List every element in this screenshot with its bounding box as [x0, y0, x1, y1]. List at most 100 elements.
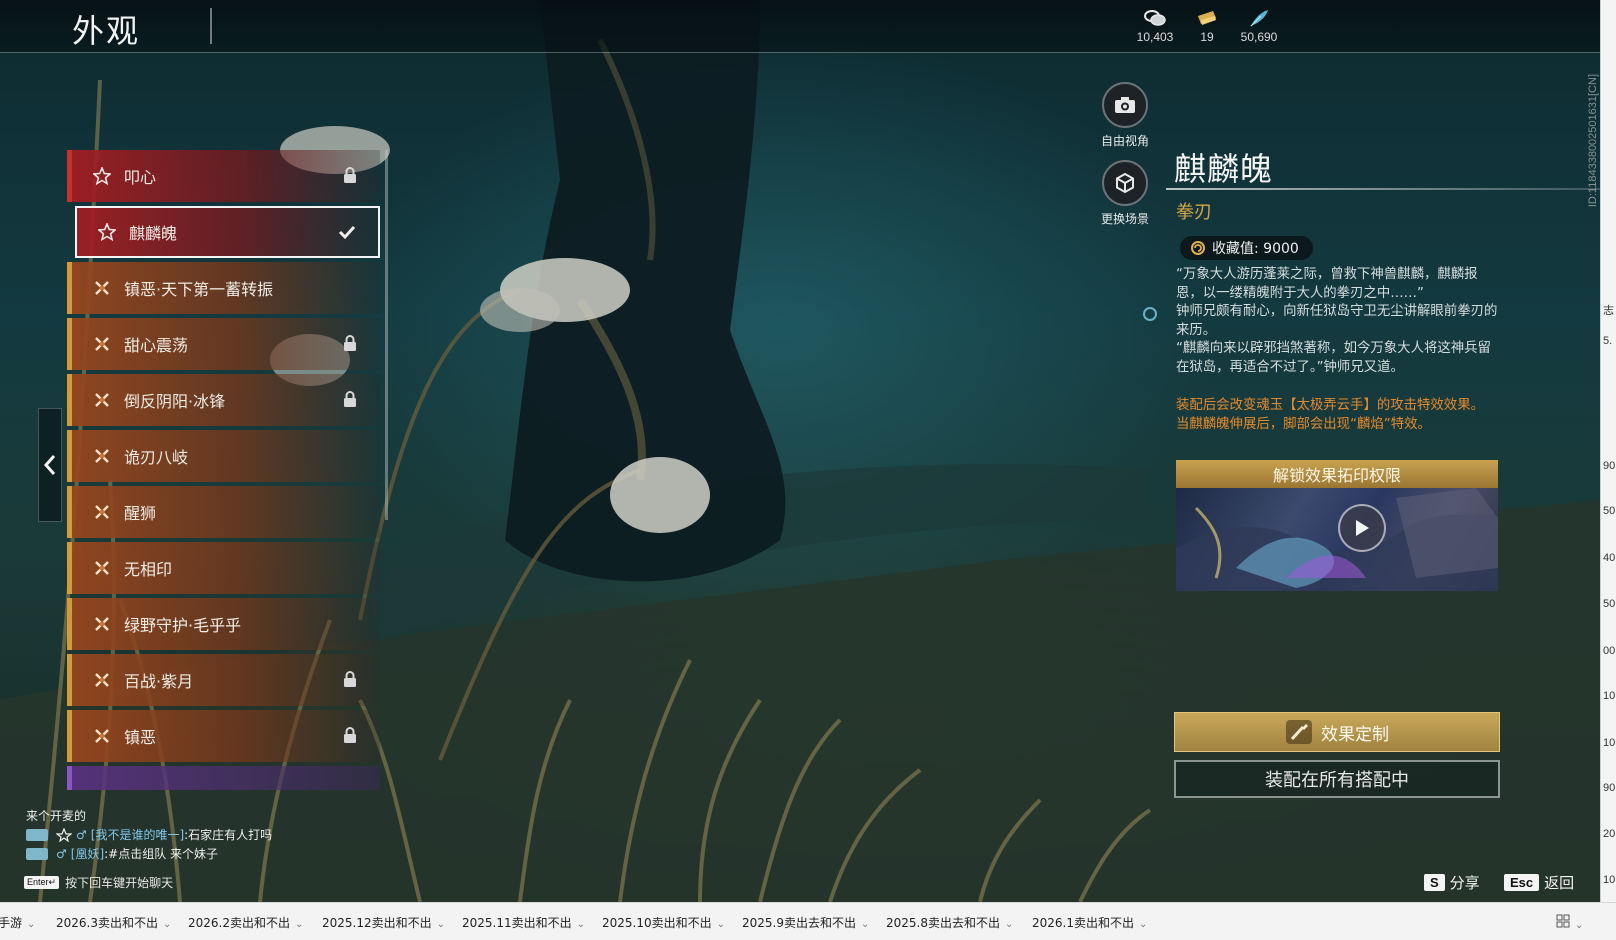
browser-tab-bar: 手游 ⌄ 2026.3卖出和不出 ⌄ 2026.2卖出和不出 ⌄ 2025.12卖出和…: [0, 902, 1616, 940]
list-item-label: 绿野守护·毛乎乎: [124, 616, 242, 635]
gender-icon: ♂: [76, 827, 87, 842]
effect-preview-video[interactable]: [1176, 488, 1498, 591]
tab-item[interactable]: 2026.1卖出和不出 ⌄: [1032, 914, 1147, 931]
item-description: “万象大人游历蓬莱之际，曾救下神兽麒麟，麒麟报恩，以一缕精魄附于大人的拳刃之中……: [1176, 266, 1502, 377]
enter-key-icon: Enter↵: [24, 876, 60, 889]
tab-item[interactable]: 2025.9卖出去和不出 ⌄: [742, 914, 869, 931]
chat-player-name[interactable]: [凰妖]: [71, 845, 104, 862]
list-item[interactable]: 镇恶·天下第一蓄转振: [67, 262, 380, 314]
list-item[interactable]: 甜心震荡: [67, 318, 380, 370]
back-label: 返回: [1544, 874, 1575, 892]
gender-icon: ♂: [56, 846, 67, 861]
grid-view-button[interactable]: ⌄: [1556, 914, 1583, 931]
chat-message: :#点击组队 来个妹子: [104, 847, 219, 861]
tab-label: 2025.10卖出和不出: [602, 916, 712, 930]
chat-input-hint[interactable]: Enter↵ 按下回车键开始聊天: [24, 874, 173, 891]
tab-item[interactable]: 手游 ⌄: [0, 914, 35, 931]
tab-label: 2026.2卖出和不出: [188, 916, 290, 930]
play-button[interactable]: [1338, 504, 1386, 552]
back-hotkey[interactable]: Esc 返回: [1504, 872, 1574, 893]
player-id: ID:1184338002501631[CN]: [1587, 74, 1599, 208]
cross-icon: [95, 281, 109, 295]
cross-icon: [95, 729, 109, 743]
preview-thumbnail: [1176, 488, 1498, 591]
chat-message: 来个开麦的: [26, 809, 87, 823]
list-item-label: 诡刃八岐: [124, 448, 189, 467]
list-item-label: 叩心: [124, 168, 157, 187]
feather-icon: [1250, 10, 1268, 27]
chat-player-name[interactable]: [我不是谁的唯一]: [91, 826, 184, 843]
list-item[interactable]: 倒反阴阳·冰锋: [67, 374, 380, 426]
chat-line: ♂ [我不是谁的唯一] :石家庄有人打吗: [26, 825, 446, 844]
list-item-label: 甜心震荡: [124, 336, 189, 355]
list-item-label: 百战·紫月: [124, 672, 194, 691]
item-name-divider: [1166, 188, 1600, 190]
cross-icon: [95, 673, 109, 687]
chat-line: 来个开麦的: [26, 806, 446, 825]
top-divider: [0, 52, 1600, 53]
list-item-partial[interactable]: [67, 766, 380, 790]
item-effect: 装配后会改变魂玉【太极弄云手】的攻击特效效果。 当麒麟魄伸展后，脚部会出现“麟焰…: [1176, 397, 1502, 434]
tab-label: 2026.3卖出和不出: [56, 916, 158, 930]
list-item-label: 麒麟魄: [129, 224, 178, 243]
tab-item[interactable]: 2026.3卖出和不出 ⌄: [56, 914, 171, 931]
unlock-effect-title: 解锁效果拓印权限: [1176, 460, 1498, 488]
tab-label: 2026.1卖出和不出: [1032, 916, 1134, 930]
tab-label: 2025.8卖出去和不出: [886, 916, 1000, 930]
tab-label: 2025.11卖出和不出: [462, 916, 572, 930]
list-item[interactable]: 无相印: [67, 542, 380, 594]
effect-customize-button[interactable]: 效果定制: [1174, 712, 1500, 752]
equip-all-label: 装配在所有搭配中: [1265, 770, 1409, 791]
background-window-strip: 志 5. 90 50 40 50 00 10 10 90 20 10: [1600, 0, 1616, 902]
currency-feather: 50,690: [1224, 8, 1294, 44]
list-item-selected[interactable]: 麒麟魄: [75, 206, 380, 258]
tab-item[interactable]: 2025.12卖出和不出 ⌄: [322, 914, 445, 931]
list-item[interactable]: 绿野守护·毛乎乎: [67, 598, 380, 650]
cross-icon: [95, 561, 109, 575]
share-key: S: [1424, 874, 1445, 891]
lock-icon: [344, 391, 356, 407]
equip-all-button[interactable]: 装配在所有搭配中: [1174, 760, 1500, 798]
list-scrollbar[interactable]: [385, 150, 388, 520]
cross-icon: [95, 393, 109, 407]
share-hotkey[interactable]: S 分享: [1424, 872, 1480, 893]
list-item[interactable]: 诡刃八岐: [67, 430, 380, 482]
list-item[interactable]: 百战·紫月: [67, 654, 380, 706]
collapse-list-button[interactable]: [38, 408, 62, 522]
tab-item[interactable]: 2025.11卖出和不出 ⌄: [462, 914, 585, 931]
coin-stack-icon: [1144, 10, 1166, 26]
list-item-label: 倒反阴阳·冰锋: [124, 392, 226, 411]
cube-icon: [1116, 172, 1134, 194]
play-icon: [1356, 520, 1369, 536]
list-item-label: 醒狮: [124, 504, 157, 523]
cross-icon: [95, 617, 109, 631]
chat-message: :石家庄有人打吗: [184, 828, 273, 842]
chat-hint-text: 按下回车键开始聊天: [65, 876, 174, 890]
effect-customize-label: 效果定制: [1321, 724, 1389, 745]
star-icon: [98, 223, 116, 241]
brush-icon: [1286, 720, 1312, 744]
list-item-label: 镇恶: [124, 728, 157, 747]
channel-tag-icon: [26, 828, 48, 841]
collect-value-icon: [1191, 241, 1205, 255]
gold-ticket-icon: [1198, 11, 1216, 25]
chat-line: ♂ [凰妖] :#点击组队 来个妹子: [26, 844, 446, 863]
cross-icon: [95, 505, 109, 519]
tab-label: 手游: [0, 916, 23, 930]
list-item-label: 无相印: [124, 560, 173, 579]
cross-icon: [95, 449, 109, 463]
list-item[interactable]: 镇恶: [67, 710, 380, 762]
appearance-list: 叩心 麒麟魄 镇恶·天下第一蓄转振 甜心震荡 倒反阴阳·冰锋 诡刃八岐 醒狮 无…: [67, 150, 387, 790]
cross-icon: [95, 337, 109, 351]
description-line: “万象大人游历蓬莱之际，曾救下神兽麒麟，麒麟报恩，以一缕精魄附于大人的拳刃之中……: [1176, 267, 1478, 301]
tab-item[interactable]: 2026.2卖出和不出 ⌄: [188, 914, 303, 931]
tab-item[interactable]: 2025.10卖出和不出 ⌄: [602, 914, 725, 931]
page-title: 外观: [72, 12, 141, 50]
list-item[interactable]: 醒狮: [67, 486, 380, 538]
chevron-left-icon: [43, 455, 56, 475]
tab-item[interactable]: 2025.8卖出去和不出 ⌄: [886, 914, 1013, 931]
guild-emblem-icon: [56, 827, 72, 842]
free-view-button[interactable]: 自由视角: [1095, 82, 1155, 149]
change-scene-button[interactable]: 更换场景: [1095, 160, 1155, 227]
list-item[interactable]: 叩心: [67, 150, 380, 202]
